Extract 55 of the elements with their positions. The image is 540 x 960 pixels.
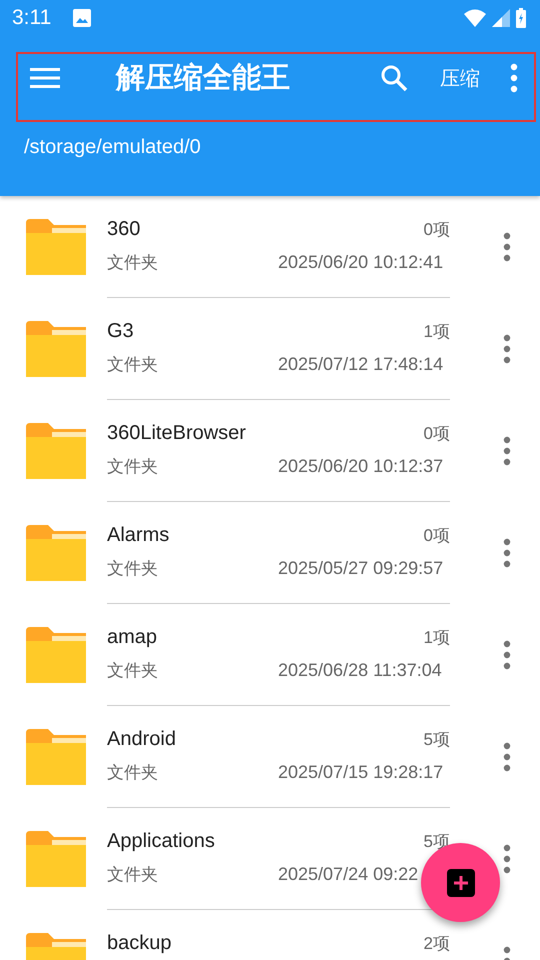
file-type: 文件夹 bbox=[107, 762, 159, 784]
more-icon bbox=[503, 844, 511, 874]
folder-icon bbox=[26, 321, 86, 377]
file-type: 文件夹 bbox=[107, 864, 159, 886]
more-icon bbox=[510, 63, 518, 93]
item-count: 0项 bbox=[424, 422, 450, 444]
file-type: 文件夹 bbox=[107, 456, 159, 478]
more-icon bbox=[503, 436, 511, 466]
modified-date: 2025/05/27 09:29:57 bbox=[278, 558, 444, 578]
menu-icon bbox=[30, 67, 60, 89]
more-icon bbox=[503, 232, 511, 262]
more-icon bbox=[503, 742, 511, 772]
file-name: backup bbox=[107, 932, 172, 954]
folder-icon bbox=[26, 525, 86, 581]
file-name: G3 bbox=[107, 320, 134, 342]
modified-date: 2025/07/15 19:28:17 bbox=[278, 762, 444, 782]
file-type: 文件夹 bbox=[107, 558, 159, 580]
modified-date: 2025/07/24 09:22 bbox=[278, 864, 418, 884]
file-name: 360LiteBrowser bbox=[107, 422, 246, 444]
folder-icon bbox=[26, 627, 86, 683]
add-icon bbox=[446, 868, 474, 896]
file-type: 文件夹 bbox=[107, 660, 159, 682]
item-count: 1项 bbox=[424, 320, 450, 342]
image-icon bbox=[73, 9, 92, 27]
file-name: amap bbox=[107, 626, 158, 648]
more-icon bbox=[503, 640, 511, 670]
modified-date: 2025/06/28 11:37:04 bbox=[278, 660, 442, 680]
file-type: 文件夹 bbox=[107, 252, 159, 274]
battery-icon bbox=[516, 8, 526, 28]
modified-date: 2025/06/20 10:12:41 bbox=[278, 252, 444, 272]
more-icon bbox=[503, 334, 511, 364]
path-label: /storage/emulated/0 bbox=[23, 135, 202, 160]
app-title: 解压缩全能王 bbox=[116, 59, 290, 96]
signal-icon bbox=[492, 9, 510, 27]
item-count: 0项 bbox=[424, 524, 450, 546]
item-count: 1项 bbox=[424, 626, 450, 648]
item-count: 2项 bbox=[424, 932, 450, 954]
folder-icon bbox=[26, 423, 86, 479]
folder-icon bbox=[26, 831, 86, 887]
modified-date: 2025/06/20 10:12:37 bbox=[278, 456, 444, 476]
file-type: 文件夹 bbox=[107, 354, 159, 376]
file-name: 360 bbox=[107, 218, 140, 240]
status-time: 3:11 bbox=[12, 6, 52, 30]
file-name: Alarms bbox=[107, 524, 170, 546]
folder-icon bbox=[26, 219, 86, 275]
wifi-icon bbox=[464, 9, 486, 27]
folder-icon bbox=[26, 729, 86, 785]
search-icon bbox=[380, 64, 408, 92]
modified-date: 2025/07/12 17:48:14 bbox=[278, 354, 444, 374]
item-count: 5项 bbox=[424, 728, 450, 750]
file-name: Android bbox=[107, 728, 176, 750]
compress-button[interactable]: 压缩 bbox=[436, 60, 484, 96]
item-count: 0项 bbox=[424, 218, 450, 240]
file-name: Applications bbox=[107, 830, 215, 852]
more-icon bbox=[503, 538, 511, 568]
